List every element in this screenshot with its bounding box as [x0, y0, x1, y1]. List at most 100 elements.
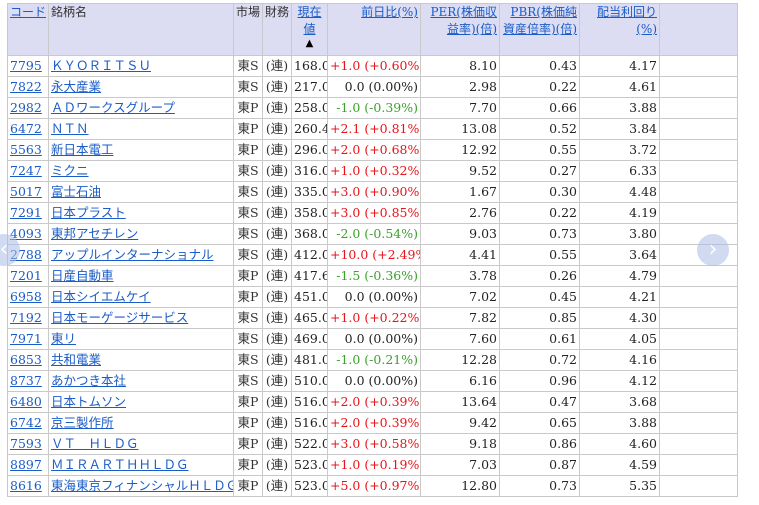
- sort-link-yield[interactable]: 配当利回り(%): [597, 5, 657, 36]
- name-link[interactable]: 東邦アセチレン: [51, 226, 138, 241]
- name-cell: ＡＤワークスグループ: [48, 97, 234, 119]
- pbr-cell: 0.22: [499, 76, 580, 98]
- code-link[interactable]: 5563: [10, 142, 42, 157]
- table-row: 6958 日本シイエムケイ 東P (連) 451.0 0.0 (0.00%) 7.02 0.4…: [7, 286, 738, 308]
- code-cell: 7971: [7, 328, 49, 350]
- financial-cell: (連): [262, 433, 292, 455]
- name-link[interactable]: ＡＤワークスグループ: [51, 100, 175, 115]
- name-link[interactable]: 京三製作所: [51, 415, 114, 430]
- name-cell: 東邦アセチレン: [48, 223, 234, 245]
- scroll-right-button[interactable]: ›: [697, 234, 729, 266]
- code-link[interactable]: 8616: [10, 478, 42, 493]
- code-cell: 7192: [7, 307, 49, 329]
- spacer-cell: [659, 202, 738, 224]
- header-price[interactable]: 現在値 ▲: [291, 3, 328, 56]
- name-link[interactable]: ＮＴＮ: [51, 121, 89, 136]
- code-link[interactable]: 6742: [10, 415, 42, 430]
- code-link[interactable]: 7247: [10, 163, 42, 178]
- code-link[interactable]: 6472: [10, 121, 42, 136]
- pbr-cell: 0.96: [499, 370, 580, 392]
- chevron-right-icon: ›: [708, 237, 718, 262]
- market-cell: 東S: [233, 181, 263, 203]
- code-link[interactable]: 6958: [10, 289, 42, 304]
- market-cell: 東P: [233, 97, 263, 119]
- code-link[interactable]: 6853: [10, 352, 42, 367]
- name-cell: 日本シイエムケイ: [48, 286, 234, 308]
- code-link[interactable]: 7192: [10, 310, 42, 325]
- code-cell: 7795: [7, 55, 49, 77]
- market-cell: 東S: [233, 223, 263, 245]
- code-cell: 8616: [7, 475, 49, 497]
- yield-cell: 4.21: [579, 286, 660, 308]
- sort-link-price[interactable]: 現在値: [297, 5, 321, 36]
- code-link[interactable]: 7971: [10, 331, 42, 346]
- name-link[interactable]: 東リ: [51, 331, 76, 346]
- table-row: 7971 東リ 東S (連) 469.0 0.0 (0.00%) 7.60 0.61 4.05: [7, 328, 738, 350]
- header-name: 銘柄名: [48, 3, 234, 56]
- yield-cell: 4.59: [579, 454, 660, 476]
- code-link[interactable]: 5017: [10, 184, 42, 199]
- name-link[interactable]: 新日本電工: [51, 142, 114, 157]
- change-cell: +5.0 (+0.97%): [327, 475, 421, 497]
- name-link[interactable]: 日本プラスト: [51, 205, 126, 220]
- market-cell: 東P: [233, 391, 263, 413]
- name-link[interactable]: ＭＩＲＡＲＴＨＨＬＤＧ: [51, 457, 189, 472]
- table-row: 2982 ＡＤワークスグループ 東P (連) 258.0 -1.0 (-0.39%) 7.7…: [7, 97, 738, 119]
- financial-cell: (連): [262, 391, 292, 413]
- name-link[interactable]: あかつき本社: [51, 373, 126, 388]
- pbr-cell: 0.45: [499, 286, 580, 308]
- name-cell: ＶＴ ＨＬＤＧ: [48, 433, 234, 455]
- header-yield[interactable]: 配当利回り(%): [579, 3, 660, 56]
- name-link[interactable]: 共和電業: [51, 352, 101, 367]
- code-link[interactable]: 7291: [10, 205, 42, 220]
- table-row: 6742 京三製作所 東P (連) 516.0 +2.0 (+0.39%) 9.42 0.65…: [7, 412, 738, 434]
- sort-link-code[interactable]: コード: [10, 5, 46, 19]
- pbr-cell: 0.86: [499, 433, 580, 455]
- header-change[interactable]: 前日比(%): [327, 3, 421, 56]
- code-link[interactable]: 7822: [10, 79, 42, 94]
- per-cell: 9.18: [420, 433, 500, 455]
- price-cell: 358.0: [291, 202, 328, 224]
- per-cell: 7.70: [420, 97, 500, 119]
- header-code[interactable]: コード: [7, 3, 49, 56]
- price-cell: 417.6: [291, 265, 328, 287]
- header-pbr[interactable]: PBR(株価純資産倍率)(倍): [499, 3, 580, 56]
- yield-cell: 4.79: [579, 265, 660, 287]
- pbr-cell: 0.26: [499, 265, 580, 287]
- table-row: 8737 あかつき本社 東S (連) 510.0 0.0 (0.00%) 6.16 0.96 4…: [7, 370, 738, 392]
- name-cell: 富士石油: [48, 181, 234, 203]
- code-link[interactable]: 2982: [10, 100, 42, 115]
- name-link[interactable]: ＫＹＯＲＩＴＳＵ: [51, 58, 151, 73]
- sort-link-pbr[interactable]: PBR(株価純資産倍率)(倍): [503, 5, 577, 36]
- code-link[interactable]: 6480: [10, 394, 42, 409]
- name-cell: ＭＩＲＡＲＴＨＨＬＤＧ: [48, 454, 234, 476]
- header-spacer: [659, 3, 738, 56]
- name-cell: ミクニ: [48, 160, 234, 182]
- code-link[interactable]: 7795: [10, 58, 42, 73]
- name-link[interactable]: 日本シイエムケイ: [51, 289, 151, 304]
- code-link[interactable]: 8897: [10, 457, 42, 472]
- code-link[interactable]: 7201: [10, 268, 42, 283]
- header-per[interactable]: PER(株価収益率)(倍): [420, 3, 500, 56]
- name-link[interactable]: アップルインターナショナル: [51, 247, 214, 262]
- name-link[interactable]: 富士石油: [51, 184, 101, 199]
- per-cell: 9.42: [420, 412, 500, 434]
- sort-link-change[interactable]: 前日比(%): [361, 5, 418, 19]
- financial-cell: (連): [262, 265, 292, 287]
- change-cell: +3.0 (+0.85%): [327, 202, 421, 224]
- name-link[interactable]: 日本トムソン: [51, 394, 126, 409]
- code-link[interactable]: 7593: [10, 436, 42, 451]
- sort-link-per[interactable]: PER(株価収益率)(倍): [430, 5, 497, 36]
- code-link[interactable]: 8737: [10, 373, 42, 388]
- name-link[interactable]: 東海東京フィナンシャルＨＬＤＧ: [51, 478, 233, 493]
- name-link[interactable]: 日本モーゲージサービス: [51, 310, 188, 325]
- name-link[interactable]: ＶＴ ＨＬＤＧ: [51, 436, 139, 451]
- name-cell: ＮＴＮ: [48, 118, 234, 140]
- header-financial: 財務: [262, 3, 292, 56]
- change-cell: -2.0 (-0.54%): [327, 223, 421, 245]
- name-link[interactable]: ミクニ: [51, 163, 89, 178]
- name-link[interactable]: 日産自動車: [51, 268, 114, 283]
- market-cell: 東P: [233, 139, 263, 161]
- name-link[interactable]: 永大産業: [51, 79, 101, 94]
- name-cell: 共和電業: [48, 349, 234, 371]
